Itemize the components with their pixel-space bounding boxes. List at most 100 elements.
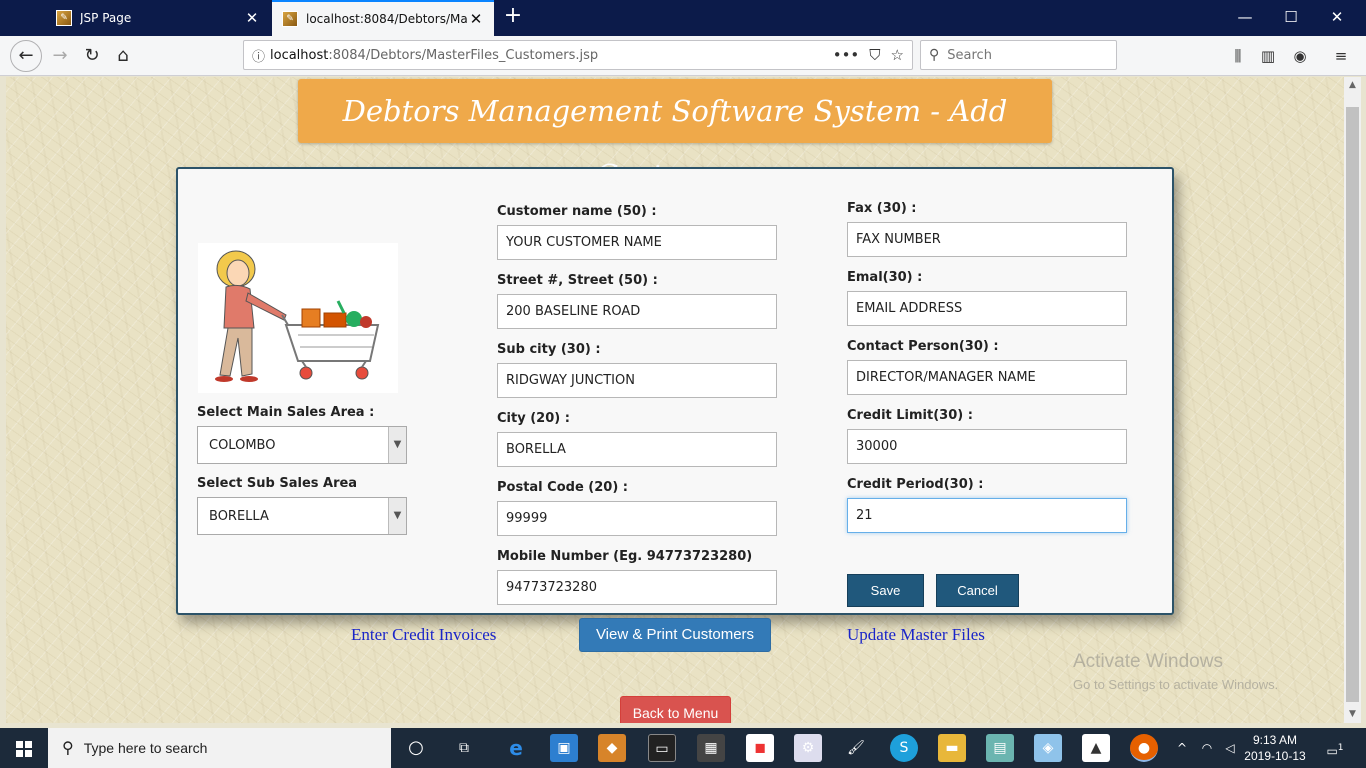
start-button[interactable] xyxy=(0,728,48,768)
customer-name-field[interactable] xyxy=(497,225,777,260)
back-to-menu-button[interactable]: Back to Menu xyxy=(620,696,731,723)
package-icon[interactable]: ◆ xyxy=(598,734,626,762)
activate-windows-watermark: Activate Windows Go to Settings to activ… xyxy=(1073,651,1278,692)
pocket-icon[interactable]: ⛉ xyxy=(869,46,880,64)
edge-icon[interactable]: e xyxy=(502,734,530,762)
main-sales-area-value: COLOMBO xyxy=(209,437,276,453)
credit-limit-field[interactable] xyxy=(847,429,1127,464)
notification-count: 1 xyxy=(1337,743,1344,753)
menu-icon[interactable]: ≡ xyxy=(1331,46,1351,66)
new-tab-icon[interactable]: + xyxy=(500,4,526,30)
taskbar-search-box[interactable]: ⚲ Type here to search xyxy=(48,728,391,768)
clock-date: 2019-10-13 xyxy=(1244,749,1306,763)
url-path: :8084/Debtors/MasterFiles_Customers.jsp xyxy=(328,47,599,63)
url-host: localhost xyxy=(270,47,329,63)
network-icon[interactable]: ◠ xyxy=(1196,728,1218,768)
cortana-icon[interactable]: ○ xyxy=(402,734,430,762)
windows-logo-icon xyxy=(16,741,32,757)
maximize-icon[interactable]: ☐ xyxy=(1268,0,1314,36)
sub-city-label: Sub city (30) : xyxy=(497,342,601,357)
page-title: Debtors Management Software System - Add… xyxy=(298,79,1052,192)
scroll-up-icon[interactable]: ▲ xyxy=(1344,77,1361,94)
home-icon[interactable]: ⌂ xyxy=(107,40,139,72)
library-icon[interactable]: ⫼ xyxy=(1228,46,1248,66)
sub-sales-area-label: Select Sub Sales Area xyxy=(197,476,358,491)
view-print-customers-button[interactable]: View & Print Customers xyxy=(579,618,771,652)
settings-app-icon[interactable]: ⚙ xyxy=(794,734,822,762)
mobile-number-field[interactable] xyxy=(497,570,777,605)
add-customer-form: Select Main Sales Area : COLOMBO ▼ Selec… xyxy=(176,167,1174,615)
volume-icon[interactable]: ◁ xyxy=(1220,728,1240,768)
city-field[interactable] xyxy=(497,432,777,467)
reload-icon[interactable]: ↻ xyxy=(76,40,108,72)
chevron-down-icon: ▼ xyxy=(388,498,406,534)
postal-code-field[interactable] xyxy=(497,501,777,536)
clock-time: 9:13 AM xyxy=(1252,733,1298,747)
store-icon[interactable]: ▣ xyxy=(550,734,578,762)
watermark-title: Activate Windows xyxy=(1073,651,1223,672)
update-master-files-link[interactable]: Update Master Files xyxy=(847,625,985,645)
close-icon[interactable]: ✕ xyxy=(244,9,260,27)
forward-icon[interactable]: → xyxy=(44,40,76,72)
cancel-button[interactable]: Cancel xyxy=(936,574,1019,607)
fax-label: Fax (30) : xyxy=(847,201,917,216)
notes-icon[interactable]: ▤ xyxy=(986,734,1014,762)
close-icon[interactable]: ✕ xyxy=(468,10,484,28)
search-bar[interactable]: ⚲ xyxy=(920,40,1117,70)
save-button[interactable]: Save xyxy=(847,574,924,607)
shopper-illustration xyxy=(198,243,398,393)
credit-limit-label: Credit Limit(30) : xyxy=(847,408,973,423)
search-input[interactable] xyxy=(947,47,1098,63)
file-explorer-icon[interactable]: ▬ xyxy=(938,734,966,762)
fax-field[interactable] xyxy=(847,222,1127,257)
sub-sales-area-select[interactable]: BORELLA ▼ xyxy=(197,497,407,535)
vertical-scrollbar[interactable]: ▲ ▼ xyxy=(1344,77,1361,723)
street-label: Street #, Street (50) : xyxy=(497,273,658,288)
calculator-icon[interactable]: ▦ xyxy=(697,734,725,762)
back-icon[interactable]: ← xyxy=(10,40,42,72)
sub-city-field[interactable] xyxy=(497,363,777,398)
enter-credit-invoices-link[interactable]: Enter Credit Invoices xyxy=(351,625,496,645)
search-icon: ⚲ xyxy=(929,47,940,63)
contact-person-label: Contact Person(30) : xyxy=(847,339,999,354)
account-icon[interactable]: ◉ xyxy=(1290,46,1310,66)
task-view-icon[interactable]: ⧉ xyxy=(450,734,478,762)
url-bar[interactable]: ⓘ localhost:8084/Debtors/MasterFiles_Cus… xyxy=(243,40,913,70)
close-window-icon[interactable]: ✕ xyxy=(1314,0,1360,36)
skype-icon[interactable]: S xyxy=(890,734,918,762)
scrollbar-thumb[interactable] xyxy=(1346,107,1359,702)
contact-person-field[interactable] xyxy=(847,360,1127,395)
browser-toolbar: ← → ↻ ⌂ ⓘ localhost:8084/Debtors/MasterF… xyxy=(0,36,1366,76)
terminal-icon[interactable]: ▭ xyxy=(648,734,676,762)
main-sales-area-label: Select Main Sales Area : xyxy=(197,405,375,420)
jsp-favicon-icon: ✎ xyxy=(282,11,298,27)
tab-jsp-page[interactable]: ✎ JSP Page ✕ xyxy=(46,0,270,36)
cube-icon[interactable]: ◈ xyxy=(1034,734,1062,762)
windows-store-icon[interactable]: ◼ xyxy=(746,734,774,762)
notifications-icon[interactable]: ▭1 xyxy=(1320,728,1350,768)
tab-customers[interactable]: ✎ localhost:8084/Debtors/MasterF ✕ xyxy=(272,0,494,36)
show-hidden-icons-icon[interactable]: ^ xyxy=(1172,728,1192,768)
info-icon[interactable]: ⓘ xyxy=(252,46,270,65)
paint-icon[interactable]: 🖌 xyxy=(842,734,870,762)
scroll-down-icon[interactable]: ▼ xyxy=(1344,706,1361,723)
sidebar-icon[interactable]: ▥ xyxy=(1258,46,1278,66)
chevron-down-icon: ▼ xyxy=(388,427,406,463)
photos-icon[interactable]: ▲ xyxy=(1082,734,1110,762)
jsp-favicon-icon: ✎ xyxy=(56,10,72,26)
browser-tab-strip: ✎ JSP Page ✕ ✎ localhost:8084/Debtors/Ma… xyxy=(0,0,1366,36)
minimize-icon[interactable]: — xyxy=(1222,0,1268,36)
main-sales-area-select[interactable]: COLOMBO ▼ xyxy=(197,426,407,464)
firefox-icon[interactable]: ● xyxy=(1130,734,1158,762)
bookmark-star-icon[interactable]: ☆ xyxy=(891,46,904,64)
credit-period-field[interactable] xyxy=(847,498,1127,533)
credit-period-label: Credit Period(30) : xyxy=(847,477,984,492)
mobile-number-label: Mobile Number (Eg. 94773723280) xyxy=(497,549,753,564)
postal-code-label: Postal Code (20) : xyxy=(497,480,628,495)
street-field[interactable] xyxy=(497,294,777,329)
clock[interactable]: 9:13 AM 2019-10-13 xyxy=(1240,732,1310,764)
email-field[interactable] xyxy=(847,291,1127,326)
more-actions-icon[interactable]: ••• xyxy=(833,46,860,64)
tab-title: localhost:8084/Debtors/MasterF xyxy=(306,12,468,26)
sub-sales-area-value: BORELLA xyxy=(209,508,269,524)
